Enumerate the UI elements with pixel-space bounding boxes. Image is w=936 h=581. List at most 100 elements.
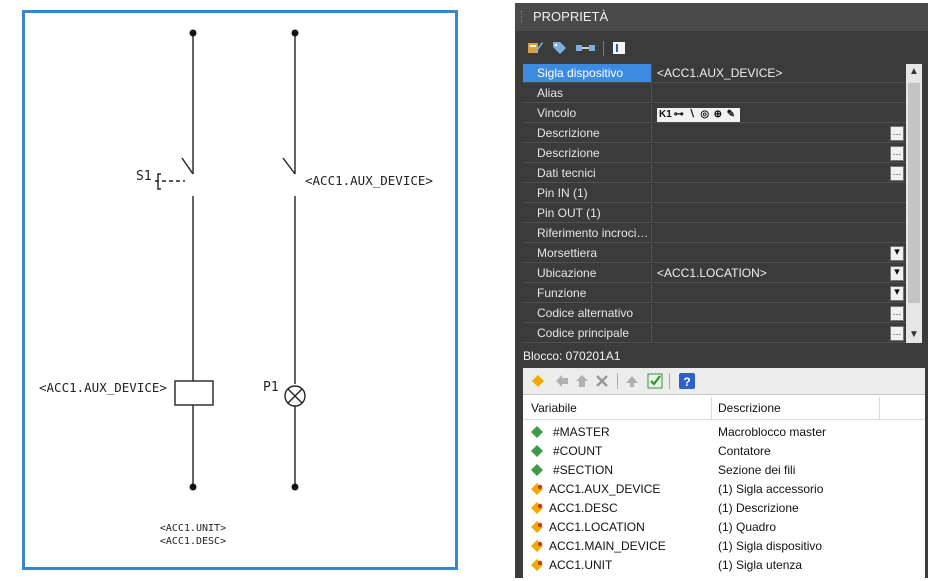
properties-toolbar (515, 33, 928, 61)
scroll-up-icon[interactable]: ▲ (906, 64, 922, 80)
constraint-symbol-icon[interactable]: ⊶ (673, 108, 685, 122)
property-key[interactable]: Dati tecnici (523, 164, 652, 183)
tag-icon[interactable] (551, 40, 567, 56)
variable-name: ACC1.AUX_DEVICE (549, 482, 661, 496)
terminal-dot (291, 483, 299, 491)
switch-s1-actuator (157, 173, 161, 190)
variables-panel: ? Variabile Descrizione #MASTER Macrobloc… (523, 368, 925, 578)
constraint-symbol-icon[interactable]: ∖ (686, 108, 698, 122)
property-row[interactable]: Codice principale … (523, 324, 906, 344)
panel-title-bar[interactable]: PROPRIETÀ (515, 3, 928, 31)
yellow-diamond-icon (531, 521, 543, 533)
property-value[interactable]: ▾ (653, 244, 906, 263)
property-key[interactable]: Codice principale (523, 324, 652, 343)
move-up-icon[interactable] (575, 374, 589, 388)
dropdown-arrow-icon[interactable]: ▾ (890, 266, 904, 281)
arrow-up-icon[interactable] (625, 374, 639, 388)
ellipsis-button[interactable]: … (890, 146, 904, 161)
property-row[interactable]: Dati tecnici … (523, 164, 906, 184)
property-row[interactable]: Pin OUT (1) (523, 204, 906, 224)
property-row[interactable]: Descrizione … (523, 144, 906, 164)
variable-name: #SECTION (553, 463, 614, 477)
property-value[interactable]: … (653, 124, 906, 143)
variable-row[interactable]: #COUNT Contatore (523, 442, 925, 461)
move-left-icon[interactable] (555, 374, 569, 388)
dropdown-arrow-icon[interactable]: ▾ (890, 246, 904, 261)
property-row[interactable]: Ubicazione <ACC1.LOCATION> ▾ (523, 264, 906, 284)
property-key[interactable]: Riferimento incroci… (523, 224, 652, 243)
add-variable-icon[interactable] (531, 374, 545, 388)
property-key[interactable]: Ubicazione (523, 264, 652, 283)
variable-row[interactable]: #MASTER Macroblocco master (523, 423, 925, 442)
property-key[interactable]: Vincolo (523, 104, 652, 123)
dropdown-arrow-icon[interactable]: ▾ (890, 286, 904, 301)
property-row[interactable]: Codice alternativo … (523, 304, 906, 324)
properties-icon[interactable] (527, 40, 543, 56)
grip-handle-icon[interactable] (521, 11, 525, 23)
constraint-symbol-icon[interactable]: ⊕ (712, 108, 724, 122)
property-value[interactable] (653, 204, 906, 223)
property-value[interactable]: <ACC1.AUX_DEVICE> (653, 64, 906, 83)
property-key[interactable]: Descrizione (523, 124, 652, 143)
ellipsis-button[interactable]: … (890, 306, 904, 321)
switch-s1-blade (181, 157, 194, 175)
property-row[interactable]: Riferimento incroci… (523, 224, 906, 244)
property-value[interactable]: ▾ (653, 284, 906, 303)
property-value[interactable] (653, 84, 906, 103)
edit-icon[interactable] (611, 40, 627, 56)
property-value[interactable] (653, 184, 906, 203)
column-header-variable[interactable]: Variabile (531, 401, 577, 415)
ellipsis-button[interactable]: … (890, 126, 904, 141)
variable-row[interactable]: ACC1.UNIT (1) Sigla utenza (523, 556, 925, 575)
variable-description: (1) Descrizione (718, 501, 799, 515)
property-row[interactable]: Vincolo K1 ⊶ ∖ ◎ ⊕ ✎ (523, 104, 906, 124)
property-value[interactable]: … (653, 304, 906, 323)
property-key[interactable]: Pin OUT (1) (523, 204, 652, 223)
property-row[interactable]: Funzione ▾ (523, 284, 906, 304)
property-row[interactable]: Alias (523, 84, 906, 104)
variable-description: Contatore (718, 444, 771, 458)
property-value[interactable]: … (653, 164, 906, 183)
property-value[interactable]: <ACC1.LOCATION> ▾ (653, 264, 906, 283)
property-key[interactable]: Morsettiera (523, 244, 652, 263)
property-value[interactable]: … (653, 144, 906, 163)
variable-row[interactable]: ACC1.DESC (1) Descrizione (523, 499, 925, 518)
variable-row[interactable]: ACC1.MAIN_DEVICE (1) Sigla dispositivo (523, 537, 925, 556)
property-grid: Sigla dispositivo <ACC1.AUX_DEVICE> Alias V… (523, 64, 906, 343)
validate-icon[interactable] (647, 372, 663, 389)
green-diamond-icon (531, 464, 543, 476)
variable-row[interactable]: ACC1.LOCATION (1) Quadro (523, 518, 925, 537)
variable-row[interactable]: #SECTION Sezione dei fili (523, 461, 925, 480)
scroll-thumb[interactable] (908, 83, 920, 303)
variable-name: #MASTER (553, 425, 610, 439)
property-value-text: <ACC1.AUX_DEVICE> (657, 66, 783, 80)
constraint-symbols[interactable]: K1 ⊶ ∖ ◎ ⊕ ✎ (657, 108, 740, 122)
ellipsis-button[interactable]: … (890, 326, 904, 341)
constraint-symbol-icon[interactable]: ✎ (725, 108, 737, 122)
property-value[interactable]: K1 ⊶ ∖ ◎ ⊕ ✎ (653, 104, 906, 123)
property-key[interactable]: Codice alternativo (523, 304, 652, 323)
property-row[interactable]: Pin IN (1) (523, 184, 906, 204)
property-row[interactable]: Descrizione … (523, 124, 906, 144)
property-value[interactable]: … (653, 324, 906, 343)
help-icon[interactable]: ? (679, 373, 695, 389)
property-key[interactable]: Alias (523, 84, 652, 103)
property-key[interactable]: Pin IN (1) (523, 184, 652, 203)
property-key[interactable]: Sigla dispositivo (523, 64, 652, 83)
property-key[interactable]: Funzione (523, 284, 652, 303)
property-key[interactable]: Descrizione (523, 144, 652, 163)
constraint-symbol-icon[interactable]: ◎ (699, 108, 711, 122)
schematic-canvas[interactable]: S1 <ACC1.AUX_DEVICE> <ACC1.AUX_DEVICE> P… (22, 10, 458, 570)
constraint-symbol-icon[interactable]: K1 (659, 108, 672, 122)
link-icon[interactable] (575, 40, 597, 56)
label-aux-device-top: <ACC1.AUX_DEVICE> (305, 173, 433, 188)
scroll-down-icon[interactable]: ▼ (906, 327, 922, 343)
delete-variable-icon[interactable] (595, 374, 609, 388)
property-row[interactable]: Morsettiera ▾ (523, 244, 906, 264)
variable-row[interactable]: ACC1.AUX_DEVICE (1) Sigla accessorio (523, 480, 925, 499)
property-row[interactable]: Sigla dispositivo <ACC1.AUX_DEVICE> (523, 64, 906, 84)
property-scrollbar[interactable]: ▲ ▼ (906, 64, 922, 343)
property-value[interactable] (653, 224, 906, 243)
column-header-description[interactable]: Descrizione (718, 401, 781, 415)
ellipsis-button[interactable]: … (890, 166, 904, 181)
